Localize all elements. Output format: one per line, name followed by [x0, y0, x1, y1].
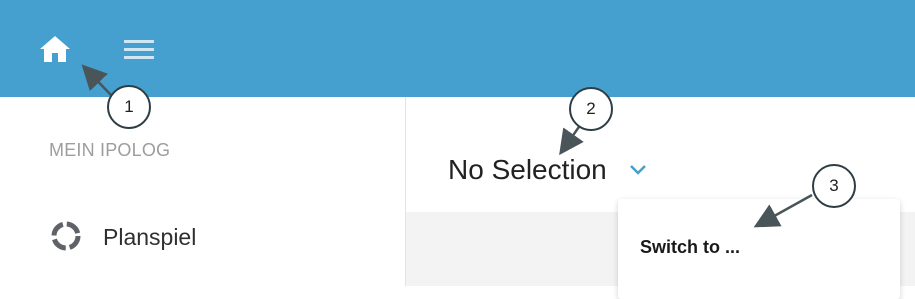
sidebar: MEIN IPOLOG Planspiel: [0, 97, 406, 286]
selection-label: No Selection: [448, 154, 607, 185]
sidebar-item-planspiel[interactable]: Planspiel: [103, 224, 196, 251]
top-bar: [0, 0, 915, 97]
home-icon[interactable]: [38, 34, 72, 64]
callout-1: 1: [107, 85, 151, 129]
selection-dropdown[interactable]: No Selection: [448, 154, 647, 186]
callout-2: 2: [569, 87, 613, 131]
hamburger-menu-icon[interactable]: [122, 38, 156, 62]
progress-ring-icon: [51, 221, 81, 251]
sidebar-title: MEIN IPOLOG: [49, 140, 171, 160]
callout-3: 3: [812, 164, 856, 208]
switch-popup: Switch to ...: [618, 199, 900, 299]
switch-to-menu-item[interactable]: Switch to ...: [640, 237, 740, 258]
chevron-down-icon[interactable]: [629, 164, 647, 176]
